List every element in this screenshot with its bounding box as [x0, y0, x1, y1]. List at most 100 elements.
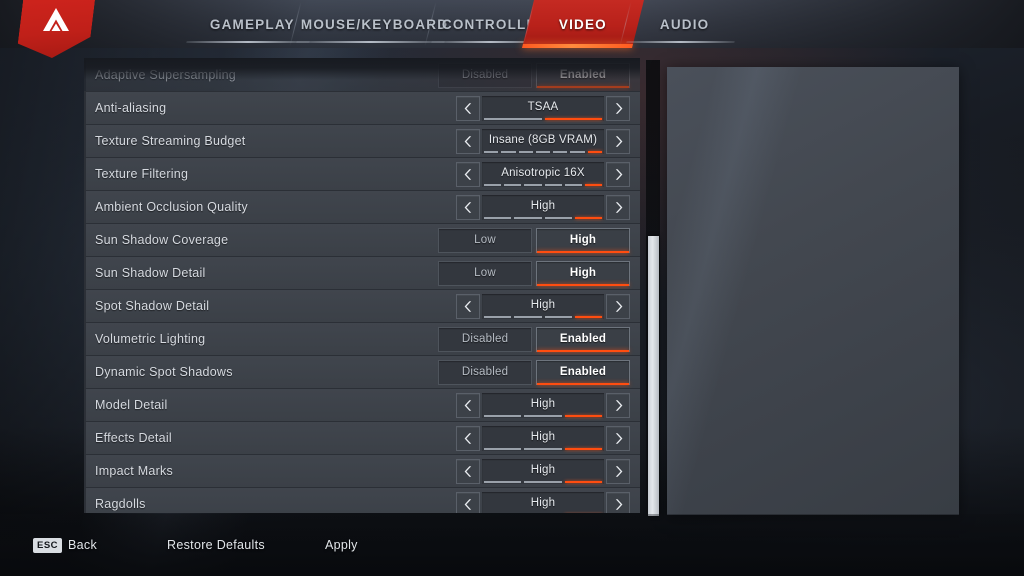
chevron-right-icon[interactable] [606, 95, 630, 121]
setting-control: Disabled Enabled [438, 62, 640, 88]
setting-value-box[interactable]: High [482, 293, 604, 319]
settings-scrollbar-track[interactable] [646, 60, 660, 516]
setting-option-button[interactable]: Enabled [536, 62, 630, 88]
setting-value-box[interactable]: Anisotropic 16X [482, 161, 604, 187]
setting-row-ambient-occlusion-quality[interactable]: Ambient Occlusion Quality High [84, 190, 640, 223]
setting-control: Disabled Enabled [438, 326, 640, 352]
setting-label: Sun Shadow Coverage [95, 233, 229, 247]
level-segment [544, 183, 562, 186]
setting-label: Impact Marks [95, 464, 174, 478]
setting-level-indicator [484, 216, 602, 219]
tab-audio[interactable]: AUDIO [619, 0, 751, 48]
setting-option-button[interactable]: Enabled [536, 359, 630, 385]
restore-defaults-label: Restore Defaults [167, 538, 265, 552]
setting-value: High [530, 496, 556, 509]
setting-option-button[interactable]: Disabled [438, 359, 532, 385]
level-segment [587, 150, 602, 153]
chevron-right-icon[interactable] [606, 458, 630, 484]
setting-row-sun-shadow-detail[interactable]: Sun Shadow Detail Low High [84, 256, 640, 289]
setting-row-anti-aliasing[interactable]: Anti-aliasing TSAA [84, 91, 640, 124]
setting-row-ragdolls[interactable]: Ragdolls High [84, 487, 640, 513]
setting-option-label: Low [474, 234, 496, 246]
setting-row-dynamic-spot-shadows[interactable]: Dynamic Spot Shadows Disabled Enabled [84, 355, 640, 388]
setting-level-indicator [484, 150, 602, 153]
setting-control: Insane (8GB VRAM) [456, 128, 640, 154]
level-segment [570, 150, 585, 153]
level-segment [524, 183, 542, 186]
setting-row-volumetric-lighting[interactable]: Volumetric Lighting Disabled Enabled [84, 322, 640, 355]
chevron-left-icon[interactable] [456, 128, 480, 154]
chevron-left-icon[interactable] [456, 425, 480, 451]
chevron-right-icon[interactable] [606, 392, 630, 418]
back-button[interactable]: ESC Back [33, 537, 97, 553]
video-settings-list[interactable]: Adaptive Supersampling Disabled Enabled Ant… [84, 58, 640, 513]
setting-row-spot-shadow-detail[interactable]: Spot Shadow Detail High [84, 289, 640, 322]
setting-option-button[interactable]: Disabled [438, 62, 532, 88]
setting-label: Dynamic Spot Shadows [95, 365, 233, 379]
setting-option-button[interactable]: Enabled [536, 326, 630, 352]
apply-button[interactable]: Apply [325, 538, 358, 552]
chevron-right-icon[interactable] [606, 491, 630, 513]
setting-row-effects-detail[interactable]: Effects Detail High [84, 421, 640, 454]
setting-value-box[interactable]: High [482, 392, 604, 418]
chevron-right-icon[interactable] [606, 293, 630, 319]
setting-control: High [456, 392, 640, 418]
level-segment [564, 480, 602, 483]
setting-label: Texture Streaming Budget [95, 134, 246, 148]
level-segment [518, 150, 533, 153]
chevron-left-icon[interactable] [456, 161, 480, 187]
chevron-right-icon[interactable] [606, 194, 630, 220]
chevron-left-icon[interactable] [456, 293, 480, 319]
setting-control: Low High [438, 227, 640, 253]
setting-value-box[interactable]: Insane (8GB VRAM) [482, 128, 604, 154]
setting-option-label: Enabled [559, 366, 607, 378]
setting-option-label: Enabled [559, 333, 607, 345]
setting-option-button[interactable]: High [536, 227, 630, 253]
setting-option-button[interactable]: High [536, 260, 630, 286]
level-segment [524, 480, 562, 483]
setting-row-texture-filtering[interactable]: Texture Filtering Anisotropic 16X [84, 157, 640, 190]
setting-value-box[interactable]: High [482, 491, 604, 513]
setting-option-button[interactable]: Low [438, 260, 532, 286]
setting-label: Adaptive Supersampling [95, 68, 236, 82]
setting-level-indicator [484, 414, 602, 417]
chevron-right-icon[interactable] [606, 425, 630, 451]
setting-row-model-detail[interactable]: Model Detail High [84, 388, 640, 421]
chevron-left-icon[interactable] [456, 194, 480, 220]
setting-option-button[interactable]: Disabled [438, 326, 532, 352]
setting-value-box[interactable]: TSAA [482, 95, 604, 121]
setting-value-box[interactable]: High [482, 194, 604, 220]
tab-underline [296, 41, 445, 43]
level-segment [564, 183, 582, 186]
level-segment [564, 414, 602, 417]
setting-control: High [456, 293, 640, 319]
setting-row-impact-marks[interactable]: Impact Marks High [84, 454, 640, 487]
setting-value-box[interactable]: High [482, 458, 604, 484]
setting-label: Sun Shadow Detail [95, 266, 206, 280]
level-segment [501, 150, 516, 153]
chevron-right-icon[interactable] [606, 128, 630, 154]
setting-control: High [456, 425, 640, 451]
setting-row-texture-streaming-budget[interactable]: Texture Streaming Budget Insane (8GB VRAM… [84, 124, 640, 157]
settings-scrollbar-thumb[interactable] [648, 236, 659, 516]
tab-label: AUDIO [660, 16, 710, 32]
setting-option-label: High [569, 234, 597, 246]
setting-level-indicator [484, 183, 603, 186]
setting-value: High [530, 430, 556, 443]
setting-label: Effects Detail [95, 431, 172, 445]
setting-value: High [530, 298, 556, 311]
chevron-left-icon[interactable] [456, 458, 480, 484]
setting-value: High [530, 199, 556, 212]
tab-label: MOUSE/KEYBOARD [301, 16, 449, 32]
chevron-left-icon[interactable] [456, 95, 480, 121]
setting-row-sun-shadow-coverage[interactable]: Sun Shadow Coverage Low High [84, 223, 640, 256]
chevron-right-icon[interactable] [606, 161, 630, 187]
chevron-left-icon[interactable] [456, 491, 480, 513]
setting-row-adaptive-supersampling[interactable]: Adaptive Supersampling Disabled Enabled [84, 58, 640, 91]
tab-underline [626, 41, 735, 43]
setting-value-box[interactable]: High [482, 425, 604, 451]
chevron-left-icon[interactable] [456, 392, 480, 418]
setting-control: Anisotropic 16X [456, 161, 640, 187]
setting-option-button[interactable]: Low [438, 227, 532, 253]
restore-defaults-button[interactable]: Restore Defaults [167, 538, 265, 552]
